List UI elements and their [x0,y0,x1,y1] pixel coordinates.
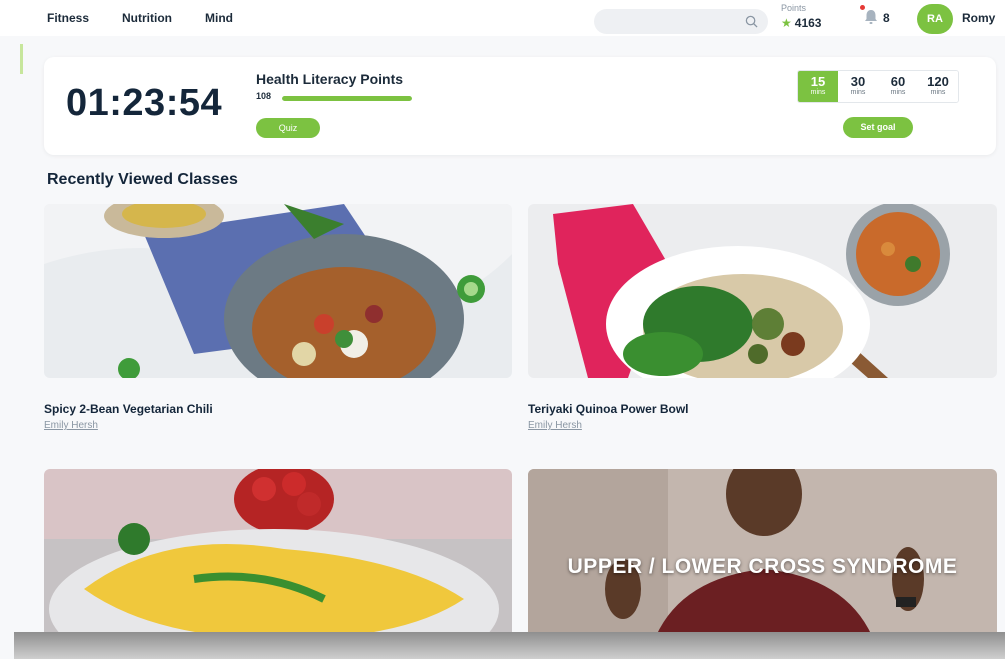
class-title[interactable]: Spicy 2-Bean Vegetarian Chili [44,402,213,416]
duration-unit: mins [810,89,826,96]
duration-option-30[interactable]: 30 mins [838,71,878,102]
duration-unit: mins [930,89,946,96]
star-icon: ★ [781,16,792,30]
video-overlay-title: UPPER / LOWER CROSS SYNDROME [567,555,958,578]
bottom-shadow [14,632,1005,659]
bell-icon[interactable] [862,8,880,26]
duration-option-15[interactable]: 15 mins [798,71,838,102]
avatar[interactable]: RA [917,4,953,34]
class-title[interactable]: Teriyaki Quinoa Power Bowl [528,402,688,416]
duration-value: 15 [810,74,826,89]
health-literacy-progress-fill [282,96,412,101]
top-navigation-bar: Fitness Nutrition Mind Points ★ 4163 8 RA… [0,0,1005,36]
nav-nutrition[interactable]: Nutrition [122,11,172,25]
chili-image [44,204,512,378]
notification-count: 8 [883,11,890,25]
session-timer: 01:23:54 [66,82,223,124]
points-display: ★ 4163 [781,16,821,30]
class-author-link[interactable]: Emily Hersh [528,420,582,431]
class-author-link[interactable]: Emily Hersh [44,420,98,431]
duration-option-60[interactable]: 60 mins [878,71,918,102]
nav-fitness[interactable]: Fitness [47,11,89,25]
duration-option-120[interactable]: 120 mins [918,71,958,102]
duration-value: 30 [850,74,866,89]
left-accent-bar [20,44,23,74]
health-literacy-value: 108 [256,91,272,101]
class-thumbnail-cross-syndrome[interactable]: UPPER / LOWER CROSS SYNDROME [528,469,997,659]
quinoa-bowl-image [528,204,997,378]
health-literacy-title: Health Literacy Points [256,71,404,87]
duration-unit: mins [850,89,866,96]
points-label: Points [781,3,807,13]
section-title-recently-viewed: Recently Viewed Classes [47,171,238,188]
duration-unit: mins [890,89,906,96]
class-thumbnail-omelette[interactable] [44,469,512,659]
search-icon[interactable] [745,15,758,28]
health-literacy-progress-bar [282,96,412,101]
duration-value: 60 [890,74,906,89]
duration-selector: 15 mins 30 mins 60 mins 120 mins [797,70,959,103]
search-input[interactable] [594,9,768,34]
class-thumbnail-chili[interactable] [44,204,512,378]
nav-mind[interactable]: Mind [205,11,233,25]
omelette-image [44,469,512,659]
class-thumbnail-quinoa-bowl[interactable] [528,204,997,378]
username[interactable]: Romy [962,11,995,25]
duration-value: 120 [927,74,949,89]
points-value: 4163 [794,16,822,30]
set-goal-button[interactable]: Set goal [843,117,913,138]
quiz-button[interactable]: Quiz [256,118,320,138]
